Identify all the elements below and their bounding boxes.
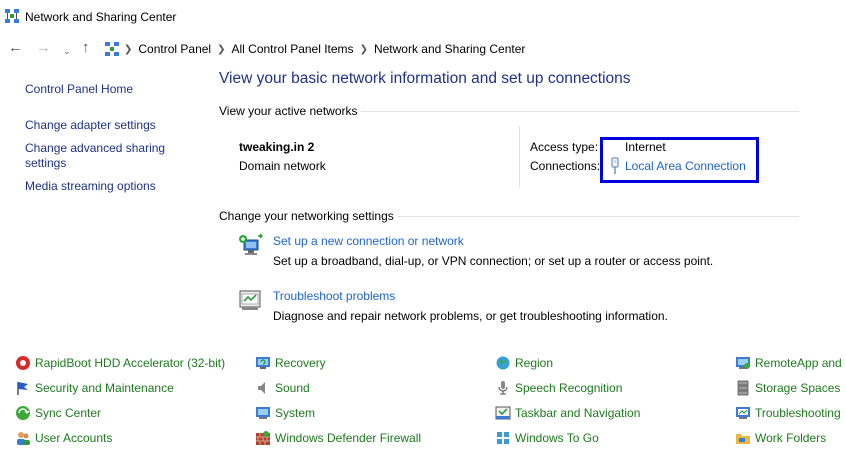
firewall-icon — [256, 431, 270, 445]
cp-item-label: User Accounts — [35, 431, 113, 445]
cp-item-remoteapp[interactable]: RemoteApp and D — [735, 355, 846, 371]
cp-item-label: RapidBoot HDD Accelerator (32-bit) — [35, 356, 226, 370]
title-bar: Network and Sharing Center — [0, 0, 846, 34]
system-icon — [256, 407, 270, 419]
cp-item-label: Troubleshooting — [755, 406, 841, 420]
cp-item-label: Sound — [275, 381, 310, 395]
divider — [398, 216, 799, 217]
cp-item-windows-to-go[interactable]: Windows To Go — [495, 430, 599, 446]
rapidboot-icon — [16, 356, 30, 370]
breadcrumb-network-sharing[interactable]: Network and Sharing Center — [368, 42, 531, 56]
cp-item-label: Taskbar and Navigation — [515, 406, 641, 420]
troubleshoot-problems-description: Diagnose and repair network problems, or… — [273, 309, 668, 323]
troubleshooting-icon — [736, 407, 750, 419]
cp-item-label: Sync Center — [35, 406, 102, 420]
cp-item-label: Storage Spaces — [755, 381, 841, 395]
recovery-icon — [256, 357, 270, 369]
cp-item-user-accounts[interactable]: User Accounts — [15, 430, 112, 446]
cp-item-label: Recovery — [275, 356, 326, 370]
setup-connection-description: Set up a broadband, dial-up, or VPN conn… — [273, 254, 714, 268]
storage-icon — [737, 380, 749, 396]
control-panel-icon — [105, 42, 119, 56]
cp-item-label: Work Folders — [755, 431, 827, 445]
cp-item-sync-center[interactable]: Sync Center — [15, 405, 101, 421]
cp-item-storage-spaces[interactable]: Storage Spaces — [735, 380, 840, 396]
back-arrow-icon[interactable]: ← — [8, 40, 23, 56]
cp-item-troubleshooting[interactable]: Troubleshooting — [735, 405, 841, 421]
troubleshoot-problems-link[interactable]: Troubleshoot problems — [273, 289, 395, 303]
highlight-box — [600, 137, 759, 183]
remoteapp-icon — [736, 357, 750, 369]
cp-item-sound[interactable]: Sound — [255, 380, 310, 396]
network-type: Domain network — [239, 159, 326, 173]
folder-icon — [736, 434, 750, 444]
cp-item-label: Region — [515, 356, 554, 370]
windows-to-go-icon — [497, 432, 509, 444]
chevron-right-icon[interactable]: ❯ — [217, 44, 225, 55]
chevron-right-icon[interactable]: ❯ — [124, 44, 132, 55]
cp-item-system[interactable]: System — [255, 405, 315, 421]
cp-item-recovery[interactable]: Recovery — [255, 355, 326, 371]
cp-item-work-folders[interactable]: Work Folders — [735, 430, 826, 446]
flag-icon — [17, 382, 28, 395]
network-name: tweaking.in 2 — [239, 140, 315, 154]
cp-item-label: System — [275, 406, 316, 420]
sync-icon — [16, 406, 30, 420]
breadcrumb: ❯ Control Panel ❯ All Control Panel Item… — [104, 39, 531, 59]
recent-locations-chevron-icon[interactable]: ⌄ — [63, 43, 71, 59]
connections-label: Connections: — [530, 159, 601, 173]
sidebar-item-control-panel-home[interactable]: Control Panel Home — [25, 82, 133, 97]
cp-item-label: RemoteApp and D — [755, 356, 846, 370]
active-networks-heading: View your active networks — [219, 104, 358, 118]
breadcrumb-control-panel[interactable]: Control Panel — [132, 42, 217, 56]
globe-icon — [496, 356, 510, 370]
setup-connection-link[interactable]: Set up a new connection or network — [273, 234, 464, 248]
window-title: Network and Sharing Center — [25, 10, 177, 24]
sidebar-item-change-advanced-sharing[interactable]: Change advanced sharing settings — [25, 141, 175, 171]
sidebar-item-change-adapter-settings[interactable]: Change adapter settings — [25, 118, 156, 133]
troubleshoot-icon — [239, 290, 261, 310]
taskbar-icon — [495, 406, 511, 420]
cp-item-security-maintenance[interactable]: Security and Maintenance — [15, 380, 174, 396]
forward-arrow-icon[interactable]: → — [36, 40, 51, 56]
divider — [519, 126, 520, 188]
access-type-label: Access type: — [530, 140, 599, 154]
cp-item-label: Security and Maintenance — [35, 381, 174, 395]
page-title: View your basic network information and … — [219, 70, 631, 87]
up-arrow-icon[interactable]: ↑ — [82, 40, 90, 56]
sidebar-item-media-streaming[interactable]: Media streaming options — [25, 179, 156, 194]
chevron-right-icon[interactable]: ❯ — [360, 44, 368, 55]
cp-item-label: Speech Recognition — [515, 381, 623, 395]
new-connection-icon — [239, 233, 263, 255]
speaker-icon — [258, 382, 265, 394]
cp-item-speech-recognition[interactable]: Speech Recognition — [495, 380, 622, 396]
cp-item-region[interactable]: Region — [495, 355, 553, 371]
breadcrumb-all-items[interactable]: All Control Panel Items — [226, 42, 360, 56]
users-icon — [17, 432, 30, 445]
change-settings-heading: Change your networking settings — [219, 209, 394, 223]
divider — [361, 111, 799, 112]
cp-item-label: Windows To Go — [515, 431, 599, 445]
cp-item-defender-firewall[interactable]: Windows Defender Firewall — [255, 430, 421, 446]
cp-item-taskbar-navigation[interactable]: Taskbar and Navigation — [495, 405, 640, 421]
cp-item-label: Windows Defender Firewall — [275, 431, 422, 445]
microphone-icon — [498, 381, 508, 395]
network-center-icon — [5, 9, 19, 23]
cp-item-rapidboot[interactable]: RapidBoot HDD Accelerator (32-bit) — [15, 355, 225, 371]
